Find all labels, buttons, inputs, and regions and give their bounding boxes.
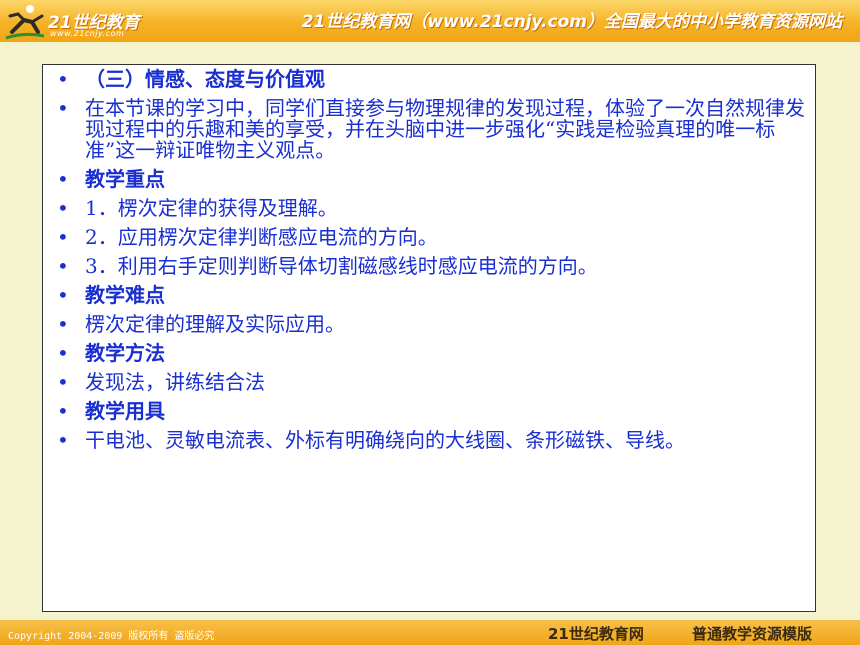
- bullet-item: • （三）情感、态度与价值观: [43, 69, 805, 90]
- bullet-text: 3．利用右手定则判断导体切割磁感线时感应电流的方向。: [85, 254, 598, 278]
- bullet-dot-icon: •: [57, 312, 69, 336]
- bullet-text: 教学重点: [85, 167, 165, 191]
- bullet-item: • 教学重点: [43, 169, 805, 190]
- bullet-text: 楞次定律的理解及实际应用。: [85, 312, 345, 336]
- bullet-text: 干电池、灵敏电流表、外标有明确绕向的大线圈、条形磁铁、导线。: [85, 428, 685, 452]
- bullet-dot-icon: •: [57, 196, 69, 220]
- bullet-text: 教学难点: [85, 283, 165, 307]
- footer-copyright: Copyright 2004-2009 版权所有 盗版必究: [8, 631, 215, 642]
- bullet-text: 在本节课的学习中，同学们直接参与物理规律的发现过程，体验了一次自然规律发现过程中…: [85, 96, 805, 162]
- site-logo[interactable]: 21世纪教育 www.21cnjy.com: [4, 2, 194, 42]
- bullet-text: 2．应用楞次定律判断感应电流的方向。: [85, 225, 438, 249]
- bullet-item: • 发现法，讲练结合法: [43, 372, 805, 393]
- bullet-item: • 2．应用楞次定律判断感应电流的方向。: [43, 227, 805, 248]
- bullet-item: • 1．楞次定律的获得及理解。: [43, 198, 805, 219]
- bullet-item: • 教学难点: [43, 285, 805, 306]
- bullet-text: 发现法，讲练结合法: [85, 370, 265, 394]
- bullet-dot-icon: •: [57, 341, 69, 365]
- bullet-item: • 教学用具: [43, 401, 805, 422]
- bullet-dot-icon: •: [57, 399, 69, 423]
- bullet-list: • （三）情感、态度与价值观 • 在本节课的学习中，同学们直接参与物理规律的发现过程，…: [43, 65, 815, 451]
- bullet-item: • 教学方法: [43, 343, 805, 364]
- bullet-dot-icon: •: [57, 96, 69, 120]
- footer-site-name: 21世纪教育网: [548, 625, 644, 643]
- bullet-text: 教学用具: [85, 399, 165, 423]
- content-box: • （三）情感、态度与价值观 • 在本节课的学习中，同学们直接参与物理规律的发现过程，…: [42, 64, 816, 612]
- bullet-dot-icon: •: [57, 225, 69, 249]
- footer-template-name: 普通教学资源模版: [692, 625, 813, 643]
- bullet-text: 教学方法: [85, 341, 165, 365]
- bullet-dot-icon: •: [57, 370, 69, 394]
- bullet-dot-icon: •: [57, 428, 69, 452]
- logo-url: www.21cnjy.com: [50, 29, 125, 38]
- bullet-item: • 在本节课的学习中，同学们直接参与物理规律的发现过程，体验了一次自然规律发现过程…: [43, 98, 805, 161]
- bullet-dot-icon: •: [57, 67, 69, 91]
- header-tagline: 21世纪教育网（www.21cnjy.com）全国最大的中小学教育资源网站: [301, 12, 842, 32]
- bullet-text: （三）情感、态度与价值观: [85, 67, 325, 91]
- header-bar: 21世纪教育 www.21cnjy.com 21世纪教育网（www.21cnjy…: [0, 0, 860, 42]
- bullet-item: • 3．利用右手定则判断导体切割磁感线时感应电流的方向。: [43, 256, 805, 277]
- bullet-item: • 楞次定律的理解及实际应用。: [43, 314, 805, 335]
- bullet-dot-icon: •: [57, 283, 69, 307]
- bullet-item: • 干电池、灵敏电流表、外标有明确绕向的大线圈、条形磁铁、导线。: [43, 430, 805, 451]
- bullet-text: 1．楞次定律的获得及理解。: [85, 196, 338, 220]
- bullet-dot-icon: •: [57, 167, 69, 191]
- footer-bar: Copyright 2004-2009 版权所有 盗版必究 21世纪教育网 普通…: [0, 620, 860, 645]
- bullet-dot-icon: •: [57, 254, 69, 278]
- runner-logo-icon: [5, 5, 45, 40]
